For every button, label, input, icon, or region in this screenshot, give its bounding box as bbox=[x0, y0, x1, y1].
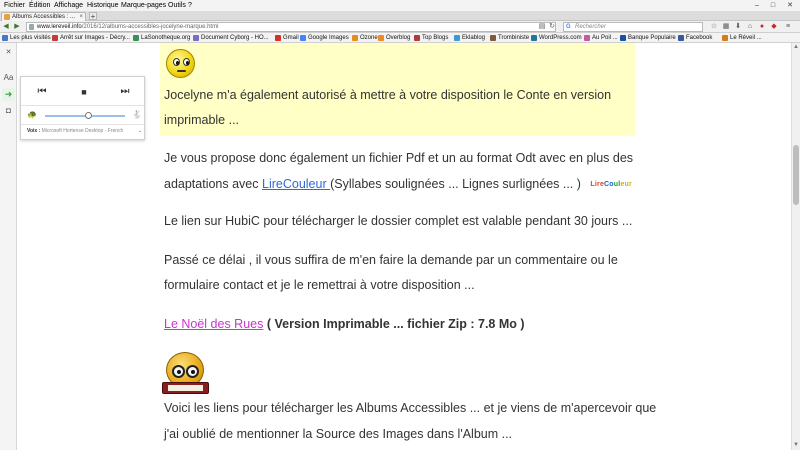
bookmark-item[interactable]: Overblog bbox=[378, 33, 410, 42]
search-placeholder: Rechercher bbox=[575, 24, 607, 30]
minimize-icon[interactable]: – bbox=[752, 0, 762, 11]
glasses-lens bbox=[172, 365, 185, 378]
navigation-bar: ◀ ▶ www.lereveil.info/2016/12/albums-acc… bbox=[0, 21, 800, 33]
bookmark-item[interactable]: Trombiniste bbox=[490, 33, 529, 42]
tab-close-icon[interactable]: × bbox=[79, 13, 83, 21]
addon-icon[interactable]: ◆ bbox=[770, 23, 778, 31]
extension-icon[interactable]: ● bbox=[758, 23, 766, 31]
bookmark-item[interactable]: Banque Populaire bbox=[620, 33, 676, 42]
library-icon[interactable]: ▦ bbox=[722, 23, 730, 31]
divider bbox=[21, 124, 146, 125]
pocket-icon[interactable]: ◘ bbox=[2, 104, 15, 117]
voice-select[interactable]: Voix : Microsoft Hortense Desktop - Fren… bbox=[27, 128, 142, 134]
bookmark-item[interactable]: Arrêt sur Images - Décry... bbox=[52, 33, 130, 42]
forward-arrow-icon[interactable]: ▶ bbox=[13, 23, 21, 31]
bookmark-item[interactable]: Le Réveil ... bbox=[722, 33, 762, 42]
turtle-icon: 🐢 bbox=[27, 110, 37, 119]
url-path: /2016/12/albums-accessibles-jocelyne-mar… bbox=[81, 24, 219, 30]
new-tab-button[interactable]: + bbox=[89, 12, 97, 21]
smiley-mouth bbox=[177, 70, 186, 72]
divider bbox=[21, 105, 146, 106]
home-icon[interactable]: ⌂ bbox=[746, 23, 754, 31]
noel-des-rues-link[interactable]: Le Noël des Rues bbox=[164, 317, 263, 331]
bookmark-item[interactable]: Google Images bbox=[300, 33, 349, 42]
menu-affichage[interactable]: Affichage bbox=[52, 0, 85, 11]
bookmark-item[interactable]: Top Blogs bbox=[414, 33, 448, 42]
bookmark-item[interactable]: Au Poil ... bbox=[584, 33, 618, 42]
text-fragment: ( Version Imprimable ... fichier Zip : 7… bbox=[263, 317, 525, 331]
reload-icon[interactable]: ↻ bbox=[548, 23, 556, 31]
menu-bar: Fichier Édition Affichage Historique Mar… bbox=[0, 0, 800, 11]
text-fragment: adaptations avec bbox=[164, 177, 262, 191]
scroll-up-icon[interactable]: ▲ bbox=[792, 43, 800, 51]
voice-value: Microsoft Hortense Desktop - French bbox=[41, 128, 124, 134]
narration-panel: ⏮ ■ ⏭ 🐢 🐇 Voix : Microsoft Hortense Desk… bbox=[20, 76, 146, 140]
rabbit-icon: 🐇 bbox=[132, 110, 142, 119]
paragraph-line: adaptations avec LireCouleur (Syllabes s… bbox=[164, 177, 632, 191]
close-reader-icon[interactable]: ✕ bbox=[2, 46, 15, 59]
scroll-thumb[interactable] bbox=[793, 144, 799, 205]
skip-back-icon[interactable]: ⏮ bbox=[34, 85, 50, 99]
bookmark-item[interactable]: Ozone bbox=[352, 33, 378, 42]
bookmark-item[interactable]: Eklablog bbox=[454, 33, 485, 42]
url-bar[interactable]: www.lereveil.info/2016/12/albums-accessi… bbox=[26, 22, 556, 32]
book-icon bbox=[162, 382, 209, 394]
hamburger-menu-icon[interactable]: ≡ bbox=[784, 23, 792, 31]
glasses-lens bbox=[186, 365, 199, 378]
paragraph-line: Voici les liens pour télécharger les Alb… bbox=[164, 401, 657, 415]
reader-toolbar: ✕ Aa ➜ ◘ bbox=[0, 43, 17, 450]
reader-view-icon[interactable]: ▤ bbox=[538, 23, 546, 31]
skip-forward-icon[interactable]: ⏭ bbox=[117, 85, 133, 99]
vertical-scrollbar[interactable]: ▲ ▼ bbox=[791, 43, 800, 450]
speed-slider-thumb[interactable] bbox=[85, 112, 92, 119]
bookmark-item[interactable]: Facebook bbox=[678, 33, 712, 42]
bookmark-item[interactable]: WordPress.com bbox=[531, 33, 582, 42]
paragraph-line: Jocelyne m'a également autorisé à mettre… bbox=[164, 88, 612, 102]
paragraph-line: Le Noël des Rues ( Version Imprimable ..… bbox=[164, 317, 525, 331]
tab-bar: Albums Accessibles : ... × + bbox=[0, 11, 800, 21]
bookmark-item[interactable]: LaSonotheque.org bbox=[133, 33, 190, 42]
smiley-eye bbox=[173, 58, 180, 66]
bookmark-item[interactable]: Gmail bbox=[275, 33, 299, 42]
paragraph-line: imprimable ... bbox=[164, 113, 240, 127]
tab-title: Albums Accessibles : ... bbox=[12, 14, 76, 20]
stop-icon[interactable]: ■ bbox=[76, 85, 92, 99]
favicon-icon bbox=[4, 14, 10, 20]
menu-outils[interactable]: Outils bbox=[166, 0, 188, 11]
back-arrow-icon[interactable]: ◀ bbox=[2, 23, 10, 31]
menu-edition[interactable]: Édition bbox=[27, 0, 52, 11]
smiley-eye bbox=[183, 58, 190, 66]
menu-fichier[interactable]: Fichier bbox=[2, 0, 27, 11]
google-icon: G bbox=[566, 24, 571, 30]
tab-albums-accessibles[interactable]: Albums Accessibles : ... × bbox=[1, 12, 86, 21]
scroll-down-icon[interactable]: ▼ bbox=[792, 441, 800, 449]
reading-smiley-icon bbox=[162, 352, 209, 394]
paragraph-line: j'ai oublié de mentionner la Source des … bbox=[164, 427, 513, 441]
font-settings-icon[interactable]: Aa bbox=[2, 71, 15, 84]
smiley-icon bbox=[166, 49, 195, 78]
paragraph-line: Je vous propose donc également un fichie… bbox=[164, 151, 634, 165]
bookmark-item[interactable]: Les plus visités bbox=[2, 33, 51, 42]
voice-label: Voix : bbox=[27, 128, 41, 134]
chevron-down-icon: ⌄ bbox=[137, 128, 142, 134]
maximize-icon[interactable]: □ bbox=[768, 0, 778, 11]
paragraph-line: Le lien sur HubiC pour télécharger le do… bbox=[164, 214, 633, 228]
bookmark-item[interactable]: Document Cyborg - HO... bbox=[193, 33, 269, 42]
download-icon[interactable]: ⬇ bbox=[734, 23, 742, 31]
star-icon[interactable]: ☆ bbox=[710, 23, 718, 31]
url-host: www.lereveil.info bbox=[37, 24, 82, 30]
text-fragment: (Syllabes soulignées ... Lignes surligné… bbox=[330, 177, 581, 191]
menu-marque-pages[interactable]: Marque-pages bbox=[119, 0, 168, 11]
paragraph-line: Passé ce délai , il vous suffira de m'en… bbox=[164, 253, 618, 267]
menu-historique[interactable]: Historique bbox=[85, 0, 121, 11]
paragraph-line: formulaire contact et je le remettrai à … bbox=[164, 278, 475, 292]
site-info-icon[interactable] bbox=[29, 24, 34, 30]
close-window-icon[interactable]: ✕ bbox=[785, 0, 795, 11]
lirecouleur-logo: LireCouleur bbox=[590, 181, 632, 189]
lirecouleur-link[interactable]: LireCouleur bbox=[262, 177, 330, 191]
menu-help[interactable]: ? bbox=[186, 0, 194, 11]
bookmarks-bar: Les plus visités Arrêt sur Images - Décr… bbox=[0, 33, 800, 43]
listen-icon[interactable]: ➜ bbox=[2, 88, 15, 101]
search-input[interactable]: G Rechercher bbox=[563, 22, 703, 32]
